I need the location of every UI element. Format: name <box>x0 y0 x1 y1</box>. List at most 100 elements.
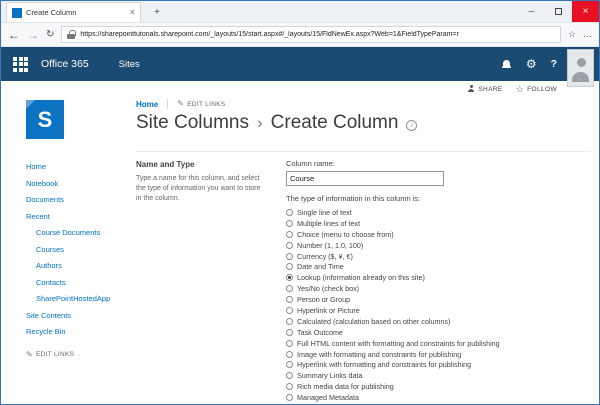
type-option-row[interactable]: Calculated (calculation based on other c… <box>286 316 591 327</box>
form-fields: Column name: The type of information in … <box>286 159 591 403</box>
title-create-column: Create Column <box>271 112 399 134</box>
sidebar-item-authors[interactable]: Authors <box>26 258 131 275</box>
tab-close-icon[interactable]: × <box>130 8 135 17</box>
radio-button[interactable] <box>286 263 293 270</box>
sidebar-item-documents[interactable]: Documents <box>26 192 131 209</box>
sidebar-item-recent[interactable]: Recent <box>26 209 131 226</box>
page-content: Home Notebook Documents Recent Course Do… <box>1 151 599 404</box>
radio-button[interactable] <box>286 253 293 260</box>
browser-tab-bar: Create Column × + ─ × <box>1 1 599 23</box>
follow-button[interactable]: ☆ FOLLOW <box>516 85 557 94</box>
suite-bar-icons: ⚙ ? <box>501 47 557 81</box>
notifications-bell-icon[interactable] <box>501 59 512 70</box>
favorites-star-icon[interactable]: ☆ <box>568 30 576 39</box>
share-button[interactable]: SHARE <box>467 85 502 93</box>
sidebar-edit-links-button[interactable]: ✎ EDIT LINKS <box>26 351 131 359</box>
type-option-row[interactable]: Task Outcome <box>286 327 591 338</box>
type-option-row[interactable]: Person or Group <box>286 294 591 305</box>
sidebar-item-course-documents[interactable]: Course Documents <box>26 225 131 242</box>
refresh-button[interactable]: ↻ <box>46 30 54 40</box>
edit-links-button[interactable]: ✎ EDIT LINKS <box>177 100 225 108</box>
radio-button[interactable] <box>286 231 293 238</box>
type-option-row[interactable]: Yes/No (check box) <box>286 283 591 294</box>
radio-button[interactable] <box>286 361 293 368</box>
edit-links-label: EDIT LINKS <box>187 101 225 108</box>
pencil-icon: ✎ <box>26 351 33 359</box>
radio-button[interactable] <box>286 209 293 216</box>
sidebar-item-notebook[interactable]: Notebook <box>26 176 131 193</box>
app-launcher-icon[interactable] <box>13 57 28 72</box>
radio-button[interactable] <box>286 307 293 314</box>
info-icon[interactable]: i <box>406 120 417 131</box>
sidebar-item-recycle-bin[interactable]: Recycle Bin <box>26 324 131 341</box>
radio-button[interactable] <box>286 351 293 358</box>
type-option-row[interactable]: Image with formatting and constraints fo… <box>286 349 591 360</box>
title-site-columns: Site Columns <box>136 112 249 134</box>
type-option-row[interactable]: Full HTML content with formatting and co… <box>286 338 591 349</box>
share-icon <box>467 85 475 93</box>
type-option-row[interactable]: Lookup (information already on this site… <box>286 272 591 283</box>
back-button[interactable]: ← <box>8 29 20 41</box>
radio-button[interactable] <box>286 285 293 292</box>
maximize-button[interactable] <box>545 1 572 22</box>
type-option-row[interactable]: Single line of text <box>286 207 591 218</box>
radio-button[interactable] <box>286 274 293 281</box>
radio-button[interactable] <box>286 242 293 249</box>
type-option-row[interactable]: Date and Time <box>286 261 591 272</box>
radio-button[interactable] <box>286 220 293 227</box>
radio-button[interactable] <box>286 372 293 379</box>
sidebar-item-sharepointhostedapp[interactable]: SharePointHostedApp <box>26 291 131 308</box>
section-description: Type a name for this column, and select … <box>136 174 276 204</box>
type-option-row[interactable]: Hyperlink with formatting and constraint… <box>286 359 591 370</box>
type-option-row[interactable]: Currency ($, ¥, €) <box>286 251 591 262</box>
sidebar-item-home[interactable]: Home <box>26 159 131 176</box>
breadcrumb-home-link[interactable]: Home <box>136 100 158 109</box>
follow-star-icon: ☆ <box>516 85 524 94</box>
radio-button[interactable] <box>286 296 293 303</box>
radio-button[interactable] <box>286 329 293 336</box>
maximize-icon <box>555 8 562 15</box>
sites-link[interactable]: Sites <box>119 59 140 70</box>
sidebar-item-contacts[interactable]: Contacts <box>26 275 131 292</box>
type-option-row[interactable]: Managed Metadata <box>286 392 591 403</box>
type-option-row[interactable]: Number (1, 1.0, 100) <box>286 240 591 251</box>
sidebar-edit-links-label: EDIT LINKS <box>36 351 74 358</box>
forward-button[interactable]: → <box>27 29 39 41</box>
minimize-button[interactable]: ─ <box>518 1 545 22</box>
new-tab-button[interactable]: + <box>149 5 165 20</box>
more-icon[interactable]: … <box>583 30 592 39</box>
help-icon[interactable]: ? <box>551 59 557 70</box>
type-option-row[interactable]: Multiple lines of text <box>286 218 591 229</box>
sidebar-item-courses[interactable]: Courses <box>26 242 131 259</box>
column-name-label: Column name: <box>286 159 591 168</box>
pencil-icon: ✎ <box>177 100 184 108</box>
type-option-row[interactable]: Summary Links data <box>286 370 591 381</box>
breadcrumb-divider <box>167 99 168 109</box>
sidebar-item-site-contents[interactable]: Site Contents <box>26 308 131 325</box>
sidebar-navigation: Home Notebook Documents Recent Course Do… <box>26 159 131 359</box>
type-option-row[interactable]: Rich media data for publishing <box>286 381 591 392</box>
column-name-input[interactable] <box>286 171 444 186</box>
close-button[interactable]: × <box>572 1 599 22</box>
sharepoint-logo-letter: S <box>38 107 53 133</box>
type-option-row[interactable]: Choice (menu to choose from) <box>286 229 591 240</box>
type-option-row[interactable]: Hyperlink or Picture <box>286 305 591 316</box>
office365-suite-bar: Office 365 Sites ⚙ ? <box>1 47 599 81</box>
title-separator: › <box>257 113 263 133</box>
user-avatar[interactable] <box>567 49 594 87</box>
radio-button[interactable] <box>286 383 293 390</box>
address-bar[interactable]: https://sharepointtutorials.sharepoint.c… <box>61 26 561 43</box>
share-label: SHARE <box>478 86 502 93</box>
lock-icon <box>67 30 75 40</box>
radio-button[interactable] <box>286 318 293 325</box>
type-of-information-label: The type of information in this column i… <box>286 194 591 203</box>
browser-tab[interactable]: Create Column × <box>6 2 141 22</box>
radio-button[interactable] <box>286 340 293 347</box>
url-text: https://sharepointtutorials.sharepoint.c… <box>80 31 555 38</box>
office365-brand-link[interactable]: Office 365 <box>41 58 89 70</box>
radio-button[interactable] <box>286 394 293 401</box>
page-actions-row: SHARE ☆ FOLLOW <box>1 81 599 97</box>
follow-label: FOLLOW <box>527 86 557 93</box>
settings-gear-icon[interactable]: ⚙ <box>526 58 537 70</box>
type-options-list: Single line of text Multiple lines of te… <box>286 207 591 403</box>
